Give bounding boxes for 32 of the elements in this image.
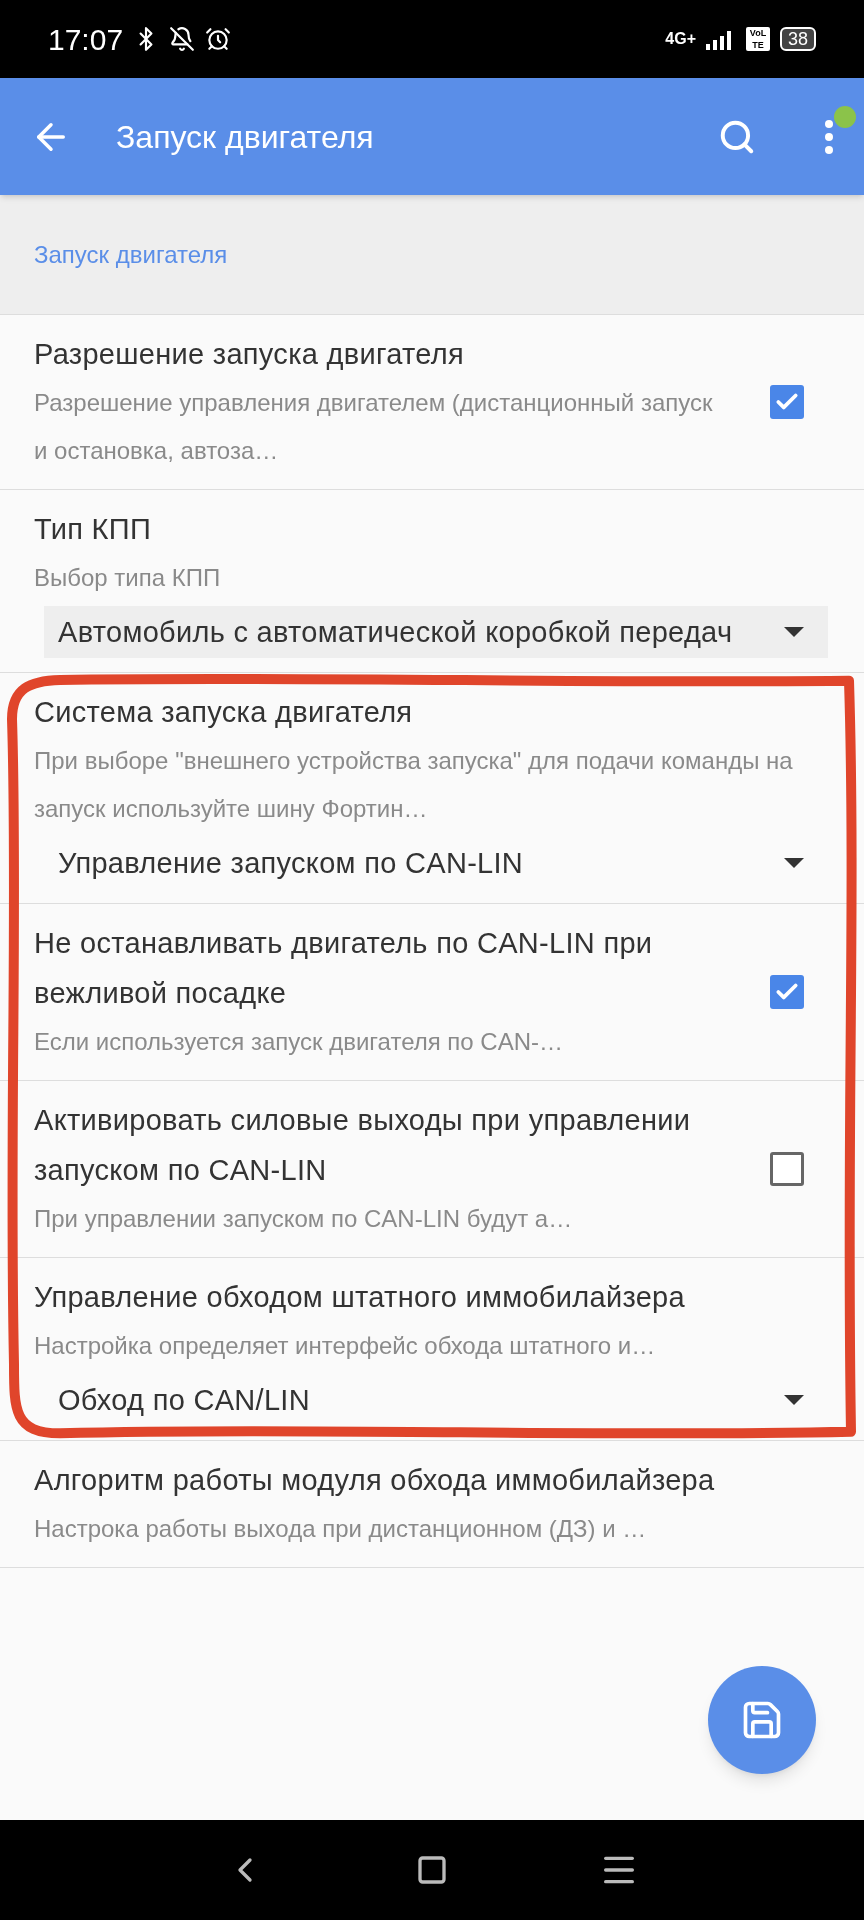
clock: 17:07 xyxy=(48,21,124,58)
checkbox[interactable] xyxy=(770,1152,804,1186)
dropdown[interactable]: Обход по CAN/LIN xyxy=(44,1374,828,1426)
dropdown-arrow-icon xyxy=(784,627,804,637)
app-bar-title: Запуск двигателя xyxy=(116,117,375,157)
setting-description: При управлении запуском по CAN-LIN будут а… xyxy=(34,1204,574,1234)
home-nav-icon[interactable] xyxy=(416,1854,448,1886)
setting-description: Настрока работы выхода при дистанционном (ДЗ) и … xyxy=(34,1514,648,1544)
dropdown-arrow-icon xyxy=(784,858,804,868)
setting-title: Алгоритм работы модуля обхода иммобилайзера xyxy=(34,1463,716,1498)
setting-description: Настройка определяет интерфейс обхода штатного и… xyxy=(34,1331,657,1361)
volte-badge: VoLTE xyxy=(745,27,770,51)
setting-description: Разрешение управления двигателем (дистанционный запуск и остановка, автоза… xyxy=(34,388,714,466)
network-type: 4G+ xyxy=(665,29,696,49)
bell-off-icon xyxy=(169,26,196,52)
checkbox[interactable] xyxy=(770,385,804,419)
alarm-clock-icon xyxy=(205,26,232,52)
setting-description: Если используется запуск двигателя по CAN-… xyxy=(34,1027,565,1057)
setting-title: Система запуска двигателя xyxy=(34,695,414,730)
battery-indicator: 38 xyxy=(779,27,816,51)
setting-description: При выборе "внешнего устройства запуска" для подачи команды на запуск используйте шину Фортин… xyxy=(34,746,794,824)
checkbox[interactable] xyxy=(770,975,804,1009)
setting-title: Тип КПП xyxy=(34,512,153,547)
dropdown[interactable]: Автомобиль с автоматической коробкой передач xyxy=(44,606,828,658)
setting-title: Управление обходом штатного иммобилайзера xyxy=(34,1280,686,1315)
section-header: Запуск двигателя xyxy=(34,239,228,270)
setting-title: Не останавливать двигатель по CAN-LIN при вежливой посадке xyxy=(34,926,654,1011)
setting-description: Выбор типа КПП xyxy=(34,563,222,593)
setting-title: Разрешение запуска двигателя xyxy=(34,337,465,372)
dropdown[interactable]: Управление запуском по CAN-LIN xyxy=(44,837,828,889)
setting-title: Активировать силовые выходы при управлении запуском по CAN-LIN xyxy=(34,1103,692,1188)
dropdown-arrow-icon xyxy=(784,1395,804,1405)
